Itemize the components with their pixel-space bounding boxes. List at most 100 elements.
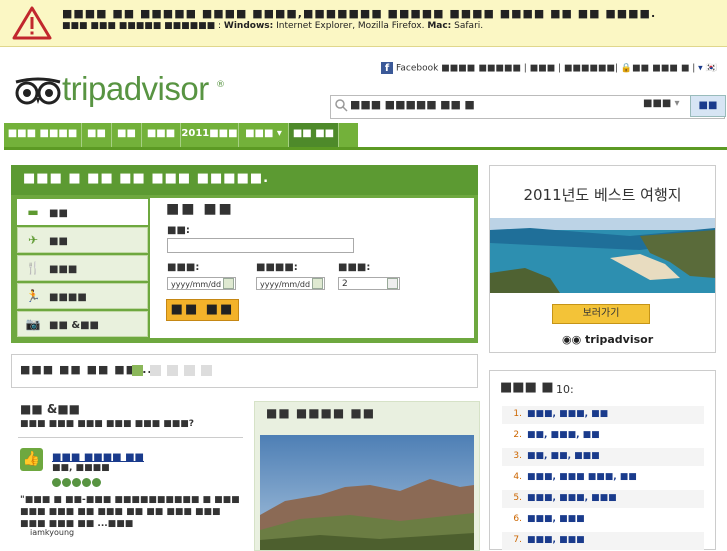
- guests-label: ■■■:: [338, 262, 371, 273]
- warning-message: ■■■■ ■■ ■■■■■ ■■■■ ■■■■,■■■■■■■ ■■■■■ ■■…: [62, 7, 657, 20]
- featured-photo[interactable]: [260, 435, 474, 550]
- checkout-label: ■■■■:: [256, 262, 298, 273]
- plane-icon: ✈: [27, 233, 39, 247]
- top10-link[interactable]: ■■■, ■■■: [527, 514, 585, 524]
- search-tab[interactable]: 🏃 ■■■■: [17, 283, 148, 309]
- top10-item[interactable]: 2. ■■, ■■■, ■■: [502, 427, 704, 445]
- top10-item[interactable]: 4. ■■■, ■■■ ■■■, ■■: [502, 469, 704, 487]
- search-icon: [335, 99, 348, 112]
- camera-icon: 📷: [25, 317, 41, 331]
- warning-icon: [12, 6, 52, 40]
- search-scope-label: ■■■: [643, 98, 672, 109]
- search-tab[interactable]: 🍴 ■■■: [17, 255, 148, 281]
- ad-title: 2011년도 베스트 여행지: [523, 186, 682, 204]
- nav-item[interactable]: ■■ ■■: [289, 123, 339, 147]
- search-tab-label: ■■■■: [49, 292, 87, 303]
- search-tab-label: ■■■: [49, 264, 78, 275]
- top10-rank: 1.: [513, 409, 522, 419]
- owl-icon: ◉◉: [562, 333, 582, 346]
- top-link-1[interactable]: ■■■■ ■■■■■: [441, 64, 521, 74]
- review-title-link[interactable]: ■■■ ■■■■ ■■: [52, 452, 144, 463]
- reviews-title: ■■ &■■: [20, 402, 80, 416]
- top-link-3[interactable]: ■■■■■■: [564, 64, 615, 74]
- top10-item[interactable]: 1. ■■■, ■■■, ■■: [502, 406, 704, 424]
- ad-button[interactable]: 보러가기: [552, 304, 650, 324]
- top10-rank: 4.: [513, 472, 522, 482]
- mac-browsers[interactable]: Safari.: [454, 21, 483, 31]
- nav-item[interactable]: ■■: [82, 123, 112, 147]
- dropdown-menu-icon[interactable]: ▾: [698, 64, 703, 74]
- top10-item[interactable]: 6. ■■■, ■■■: [502, 511, 704, 529]
- nav-item[interactable]: ■■: [112, 123, 142, 147]
- owl-logo-icon[interactable]: [14, 76, 62, 106]
- nav-item[interactable]: ■■■ ▾: [239, 123, 289, 147]
- carousel-dot[interactable]: [167, 365, 178, 376]
- top10-link[interactable]: ■■■, ■■■: [527, 535, 585, 545]
- ad-logo-text: tripadvisor: [585, 333, 654, 346]
- nav-item[interactable]: 2011■■■: [181, 123, 239, 147]
- top10-title: ■■■ ■: [500, 380, 554, 395]
- top10-link[interactable]: ■■■, ■■■, ■■: [527, 409, 608, 419]
- top10-count: 10:: [556, 383, 574, 396]
- rating-bubble-icon: [72, 478, 81, 487]
- top-link-2[interactable]: ■■■: [530, 64, 556, 74]
- facebook-icon[interactable]: f: [381, 62, 393, 74]
- search-tab-label: ■■ &■■: [49, 320, 99, 331]
- top10-item[interactable]: 7. ■■■, ■■■: [502, 532, 704, 550]
- destination-input[interactable]: [167, 238, 354, 253]
- top10-rank: 7.: [513, 535, 522, 545]
- top10-rank: 5.: [513, 493, 522, 503]
- rating-bubble-icon: [82, 478, 91, 487]
- rating-bubble-icon: [92, 478, 101, 487]
- chevron-down-icon: ▾: [674, 98, 680, 109]
- ad-logo: ◉◉ tripadvisor: [562, 333, 653, 346]
- facebook-link[interactable]: Facebook: [396, 64, 438, 74]
- review-location: ■■, ■■■■: [52, 463, 110, 473]
- carousel-dot[interactable]: [184, 365, 195, 376]
- top10-rank: 2.: [513, 430, 522, 440]
- top10-link[interactable]: ■■, ■■■, ■■: [527, 430, 600, 440]
- search-tab[interactable]: ▬ ■■: [17, 199, 148, 225]
- logo-wordmark[interactable]: tripadvisor: [62, 70, 209, 108]
- destination-label: ■■:: [167, 225, 190, 236]
- windows-browsers[interactable]: Internet Explorer, Mozilla Firefox.: [276, 21, 424, 31]
- search-button[interactable]: ■■: [690, 95, 726, 117]
- top10-item[interactable]: 5. ■■■, ■■■, ■■■: [502, 490, 704, 508]
- top-links: f Facebook ■■■■ ■■■■■ | ■■■ | ■■■■■■| 🔒■■…: [381, 62, 717, 74]
- ad-photo[interactable]: [490, 218, 715, 293]
- search-scope-select[interactable]: ■■■ ▾: [643, 98, 680, 109]
- search-tab-label: ■■: [49, 236, 68, 247]
- nav-item[interactable]: ■■■ ■■■■: [4, 123, 82, 147]
- activity-icon: 🏃: [25, 289, 41, 303]
- checkin-label: ■■■:: [167, 262, 200, 273]
- carousel-dot[interactable]: [150, 365, 161, 376]
- top10-link[interactable]: ■■■, ■■■, ■■■: [527, 493, 617, 503]
- search-panel-heading: ■■■ ■ ■■ ■■ ■■■ ■■■■■.: [11, 165, 478, 195]
- search-tab[interactable]: ✈ ■■: [17, 227, 148, 253]
- rating-bubble-icon: [62, 478, 71, 487]
- nav-item[interactable]: ■■■: [142, 123, 181, 147]
- top10-link[interactable]: ■■, ■■, ■■■: [527, 451, 600, 461]
- reviews-subtitle[interactable]: ■■■ ■■■ ■■■ ■■■ ■■■ ■■■?: [20, 419, 194, 429]
- bed-icon: ▬: [27, 205, 39, 219]
- select-arrow-icon[interactable]: [387, 278, 398, 289]
- mac-label: Mac:: [427, 21, 452, 31]
- carousel-dot[interactable]: [132, 365, 143, 376]
- search-tab[interactable]: 📷 ■■ &■■: [17, 311, 148, 337]
- top10-rank: 6.: [513, 514, 522, 524]
- review-excerpt: "■■■ ■ ■■-■■■ ■■■■■■■■■■ ■ ■■■ ■■■ ■■■ ■…: [20, 495, 240, 529]
- top10-link[interactable]: ■■■, ■■■ ■■■, ■■: [527, 472, 637, 482]
- lock-icon: 🔒: [620, 63, 633, 74]
- review-author[interactable]: iamkyoung: [30, 528, 74, 537]
- top10-item[interactable]: 3. ■■, ■■, ■■■: [502, 448, 704, 466]
- logo-registered: ®: [216, 80, 225, 90]
- top-link-4[interactable]: ■■ ■■■ ■: [632, 64, 689, 74]
- flag-icon[interactable]: 🇰🇷: [706, 64, 717, 74]
- calendar-icon[interactable]: [312, 278, 323, 289]
- form-title: ■■ ■■: [166, 201, 234, 217]
- carousel-dot[interactable]: [201, 365, 212, 376]
- thumbs-up-icon: 👍: [20, 448, 43, 471]
- find-hotels-button[interactable]: ■■ ■■: [166, 299, 239, 321]
- calendar-icon[interactable]: [223, 278, 234, 289]
- search-value[interactable]: ■■■ ■■■■■ ■■ ■: [350, 98, 475, 111]
